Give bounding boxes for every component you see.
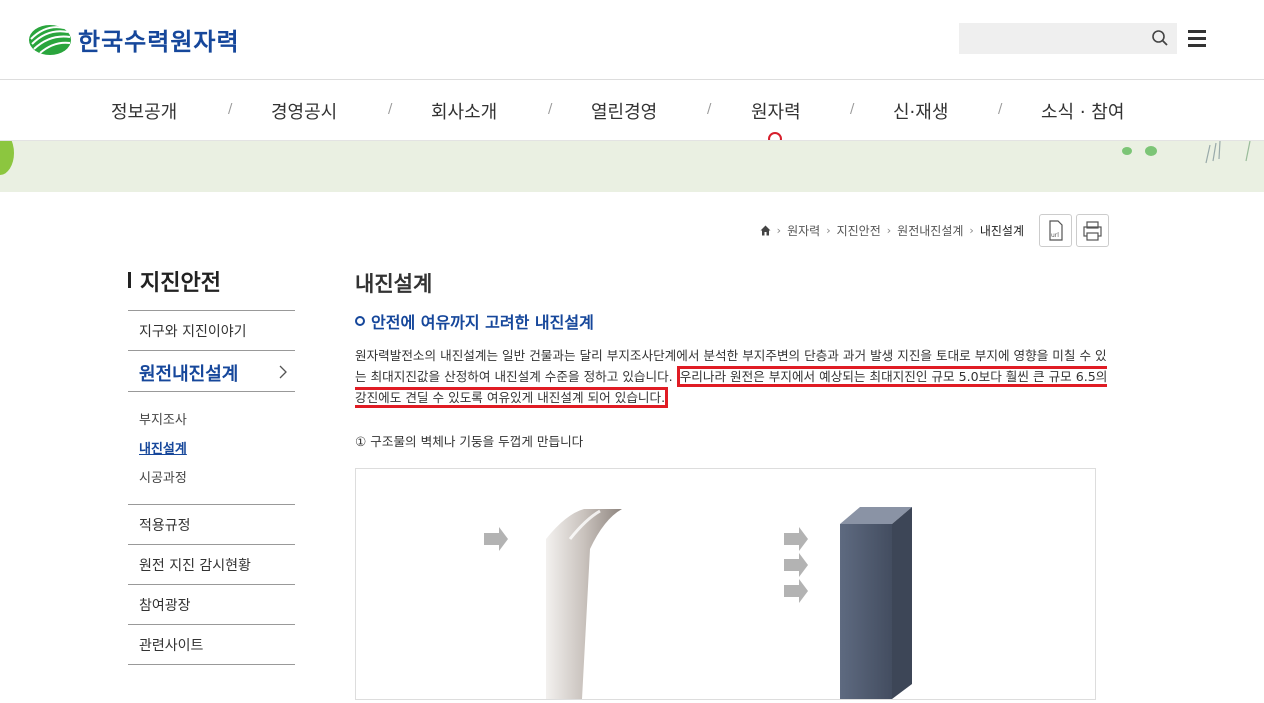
gnb-separator: /: [388, 102, 393, 117]
lnb-divider: [128, 584, 295, 585]
logo-text: 한국수력원자력: [78, 28, 240, 56]
chevron-right-icon: ›: [776, 224, 782, 237]
figure-box: [355, 468, 1096, 700]
bullet-icon: [355, 316, 365, 326]
lnb-divider: [128, 310, 295, 311]
lnb-sub-item-site-survey[interactable]: 부지조사: [139, 409, 187, 428]
gnb-separator: /: [228, 102, 233, 117]
lnb-divider: [128, 391, 295, 392]
banner: [0, 140, 1264, 192]
page-title: 내진설계: [355, 272, 433, 296]
chevron-right-icon: ›: [969, 224, 974, 237]
gnb-separator: /: [707, 102, 712, 117]
section-subtitle: 안전에 여유까지 고려한 내진설계: [355, 309, 594, 333]
print-button[interactable]: [1076, 214, 1109, 247]
header-divider: [0, 79, 1264, 80]
menu-icon[interactable]: [1188, 30, 1206, 48]
gnb-separator: /: [548, 102, 553, 117]
gnb-item-company[interactable]: 회사소개: [431, 98, 497, 124]
gnb-item-management[interactable]: 경영공시: [271, 98, 337, 124]
gnb-item-info[interactable]: 정보공개: [111, 98, 177, 124]
breadcrumb-item[interactable]: 지진안전: [837, 222, 881, 239]
gnb-separator: /: [998, 102, 1003, 117]
chevron-right-icon: [279, 365, 287, 379]
section-subtitle-text: 안전에 여유까지 고려한 내진설계: [371, 313, 594, 332]
lnb-sub-item-construction[interactable]: 시공과정: [139, 467, 187, 486]
breadcrumb-item[interactable]: 원자력: [787, 222, 820, 239]
chevron-right-icon: ›: [826, 224, 831, 237]
search-icon[interactable]: [1151, 29, 1169, 47]
home-icon[interactable]: [760, 225, 771, 236]
lnb-divider: [128, 664, 295, 665]
breadcrumb-current: 내진설계: [979, 224, 1024, 238]
lnb-sub-item-seismic-design[interactable]: 내진설계: [139, 438, 187, 457]
search-box: [959, 23, 1177, 54]
lnb-divider: [128, 544, 295, 545]
step-caption: ① 구조물의 벽체나 기둥을 두껍게 만듭니다: [355, 434, 584, 449]
menu-bar: [1188, 44, 1206, 47]
menu-bar: [1188, 30, 1206, 33]
menu-bar: [1188, 37, 1206, 40]
gnb-item-open[interactable]: 열린경영: [591, 98, 657, 124]
gnb-item-renewable[interactable]: 신·재생: [893, 98, 948, 124]
lnb-divider: [128, 350, 295, 351]
lnb-item-seismic-design[interactable]: 원전내진설계: [139, 360, 238, 386]
lnb-item-related-sites[interactable]: 관련사이트: [139, 635, 203, 655]
chevron-right-icon: ›: [886, 224, 892, 237]
lnb-divider: [128, 504, 295, 505]
print-icon: [1083, 221, 1102, 241]
url-copy-button[interactable]: url: [1039, 214, 1072, 247]
breadcrumb: › 원자력 › 지진안전 › 원전내진설계 › 내진설계: [760, 222, 1024, 239]
svg-text:url: url: [1051, 232, 1059, 239]
lnb-item-regulations[interactable]: 적용규정: [139, 515, 191, 535]
lnb-divider: [128, 624, 295, 625]
breadcrumb-item[interactable]: 원전내진설계: [897, 222, 963, 239]
lnb-item-earth-quake-story[interactable]: 지구와 지진이야기: [139, 321, 247, 341]
khnp-logo-icon: [29, 24, 71, 55]
search-input[interactable]: [959, 23, 1155, 54]
lnb-item-monitoring[interactable]: 원전 지진 감시현황: [139, 555, 251, 575]
banner-decoration: [0, 141, 1251, 175]
wall-thickness-illustration: [484, 507, 912, 699]
logo[interactable]: 한국수력원자력: [28, 22, 240, 57]
gnb-item-news[interactable]: 소식 · 참여: [1041, 98, 1124, 124]
gnb-separator: /: [850, 102, 855, 117]
lnb-title: 지진안전: [140, 271, 221, 296]
url-copy-icon: url: [1049, 220, 1063, 241]
lnb-item-participation[interactable]: 참여광장: [139, 595, 191, 615]
body-paragraph: 원자력발전소의 내진설계는 일반 건물과는 달리 부지조사단계에서 분석한 부지…: [355, 345, 1115, 408]
gnb-item-nuclear[interactable]: 원자력: [751, 98, 801, 124]
